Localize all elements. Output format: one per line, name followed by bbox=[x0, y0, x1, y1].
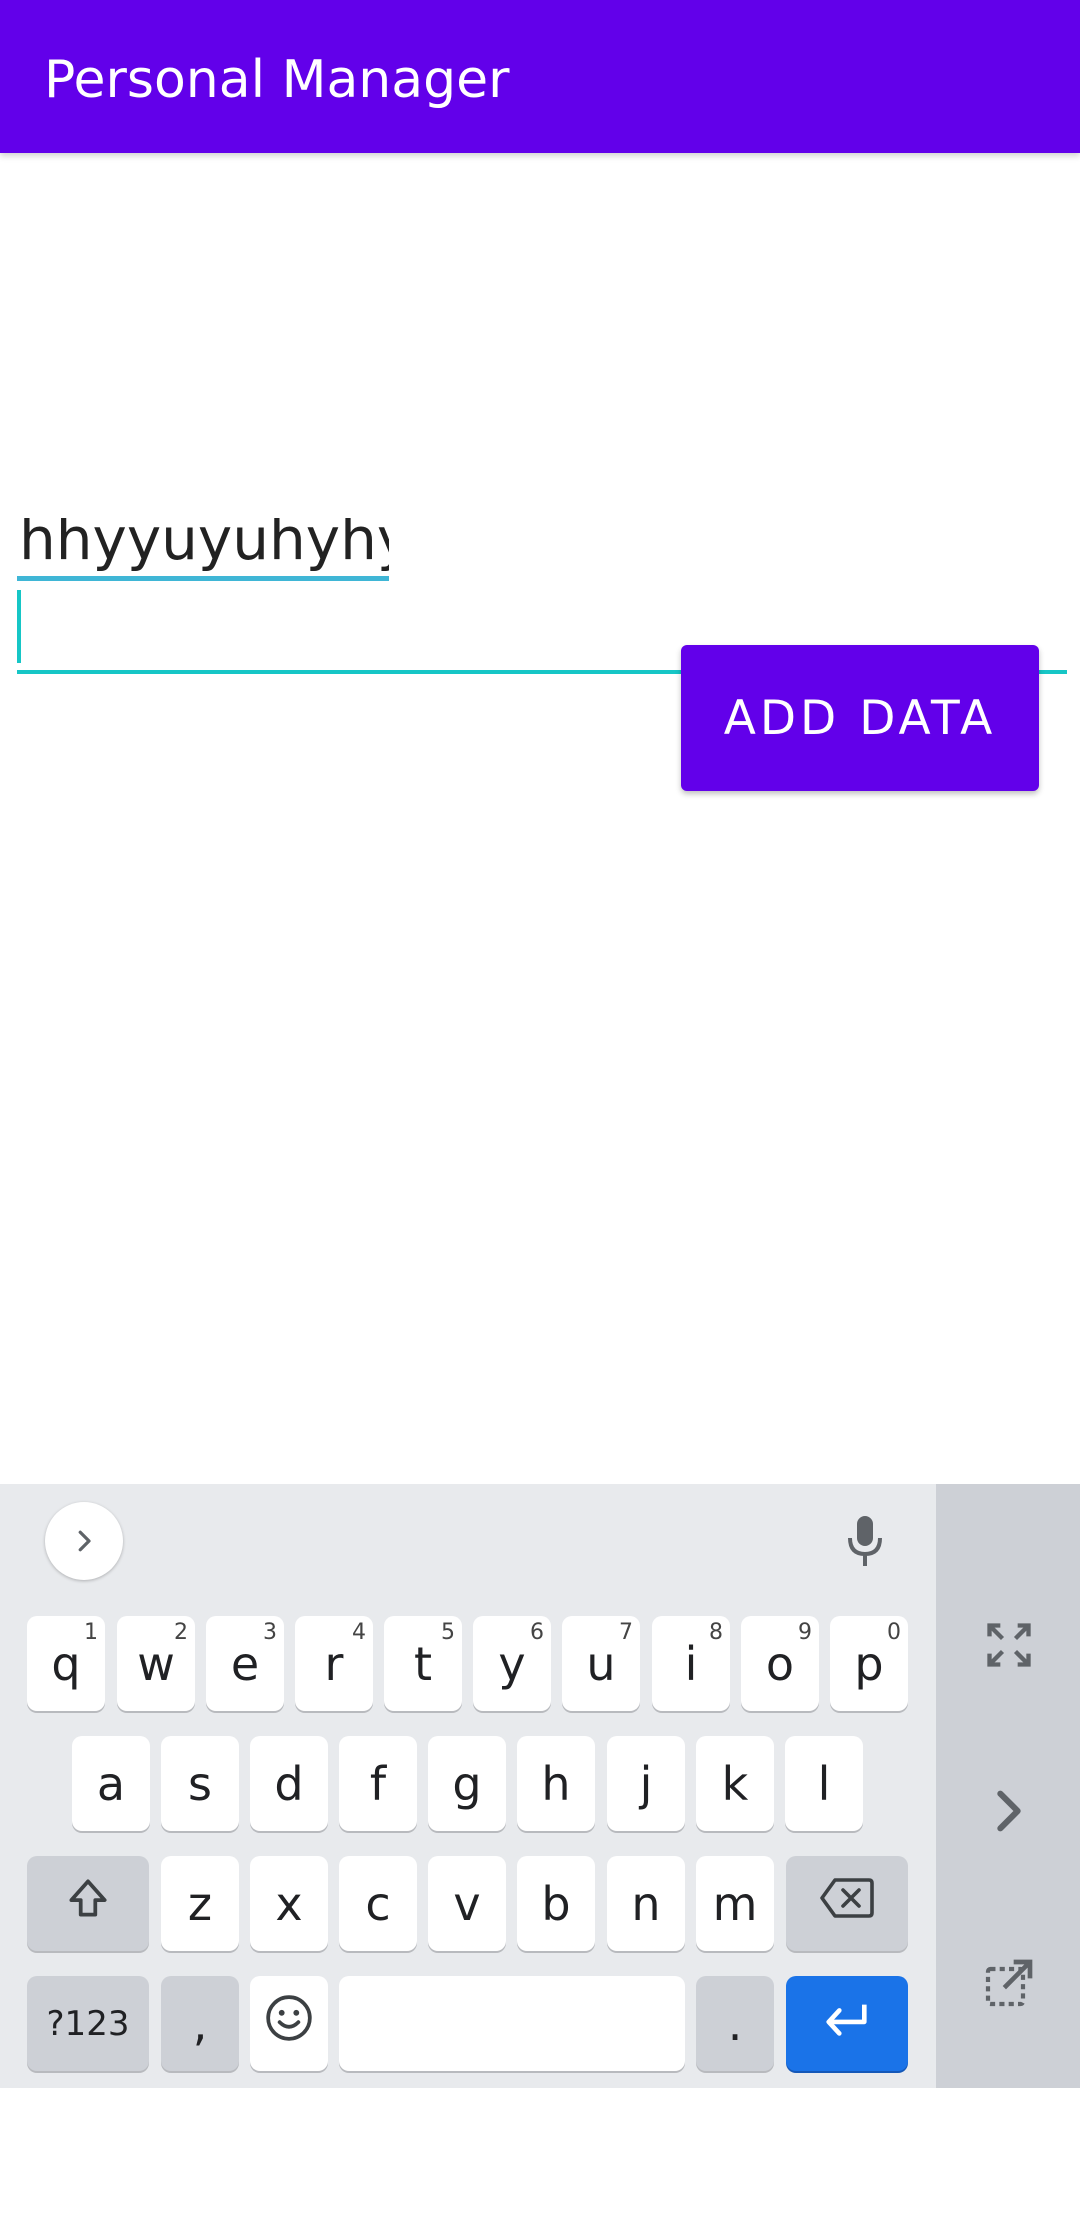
key-a[interactable]: a bbox=[72, 1736, 150, 1831]
key-f[interactable]: f bbox=[339, 1736, 417, 1831]
pop-out-icon[interactable] bbox=[974, 1948, 1044, 2018]
period-key[interactable]: . bbox=[696, 1976, 774, 2071]
key-s[interactable]: s bbox=[161, 1736, 239, 1831]
key-b[interactable]: b bbox=[517, 1856, 595, 1951]
key-c[interactable]: c bbox=[339, 1856, 417, 1951]
chevron-right-icon[interactable] bbox=[974, 1776, 1044, 1846]
text-field-1-value: hhyyuyuhyhy bbox=[19, 518, 389, 573]
key-x[interactable]: x bbox=[250, 1856, 328, 1951]
key-m[interactable]: m bbox=[696, 1856, 774, 1951]
app-title: Personal Manager bbox=[44, 50, 510, 110]
key-v[interactable]: v bbox=[428, 1856, 506, 1951]
key-g[interactable]: g bbox=[428, 1736, 506, 1831]
key-w[interactable]: w2 bbox=[117, 1616, 195, 1711]
key-u[interactable]: u7 bbox=[562, 1616, 640, 1711]
key-h[interactable]: h bbox=[517, 1736, 595, 1831]
add-data-button[interactable]: ADD DATA bbox=[681, 645, 1039, 791]
emoji-key[interactable] bbox=[250, 1976, 328, 2071]
symbols-key[interactable]: ?123 bbox=[27, 1976, 149, 2071]
text-cursor bbox=[17, 590, 21, 663]
fullscreen-icon[interactable] bbox=[974, 1610, 1044, 1680]
key-t[interactable]: t5 bbox=[384, 1616, 462, 1711]
emoji-icon bbox=[264, 1993, 314, 2054]
key-e[interactable]: e3 bbox=[206, 1616, 284, 1711]
enter-key[interactable] bbox=[786, 1976, 908, 2071]
text-field-1-underline bbox=[17, 576, 389, 581]
comma-key[interactable]: , bbox=[161, 1976, 239, 2071]
key-o[interactable]: o9 bbox=[741, 1616, 819, 1711]
app-bar: Personal Manager bbox=[0, 0, 1080, 153]
key-r[interactable]: r4 bbox=[295, 1616, 373, 1711]
enter-icon bbox=[822, 1997, 872, 2051]
backspace-icon bbox=[819, 1876, 875, 1931]
backspace-key[interactable] bbox=[786, 1856, 908, 1951]
chevron-right-icon[interactable] bbox=[45, 1502, 123, 1580]
mic-icon[interactable] bbox=[840, 1510, 890, 1574]
space-key[interactable] bbox=[339, 1976, 685, 2071]
key-j[interactable]: j bbox=[607, 1736, 685, 1831]
shift-icon bbox=[63, 1873, 113, 1934]
key-i[interactable]: i8 bbox=[652, 1616, 730, 1711]
key-z[interactable]: z bbox=[161, 1856, 239, 1951]
key-l[interactable]: l bbox=[785, 1736, 863, 1831]
text-field-1[interactable]: hhyyuyuhyhy bbox=[17, 518, 389, 580]
key-y[interactable]: y6 bbox=[473, 1616, 551, 1711]
key-p[interactable]: p0 bbox=[830, 1616, 908, 1711]
key-q[interactable]: q1 bbox=[27, 1616, 105, 1711]
soft-keyboard: q1 w2 e3 r4 t5 y6 u7 i8 o9 p0 a s d f g … bbox=[0, 1484, 1080, 2088]
key-k[interactable]: k bbox=[696, 1736, 774, 1831]
key-n[interactable]: n bbox=[607, 1856, 685, 1951]
key-d[interactable]: d bbox=[250, 1736, 328, 1831]
shift-key[interactable] bbox=[27, 1856, 149, 1951]
